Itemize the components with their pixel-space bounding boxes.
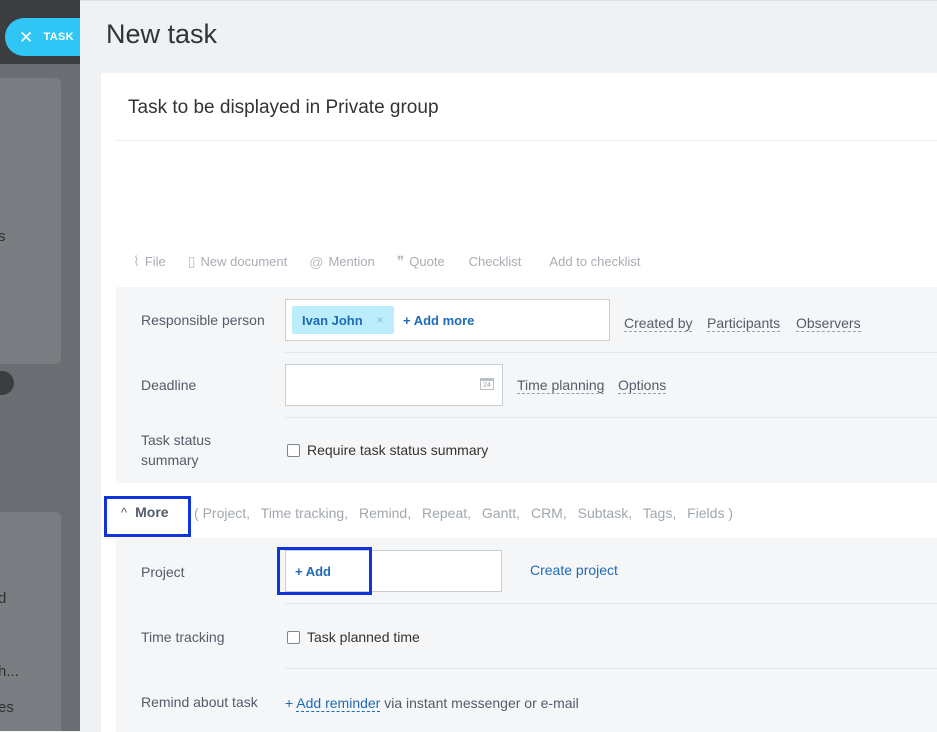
more-item-project[interactable]: Project, [203, 505, 250, 521]
task-planned-time-label[interactable]: Task planned time [307, 629, 420, 645]
divider [285, 668, 937, 669]
toolbar-add-to-checklist-label: Add to checklist [549, 254, 641, 269]
toolbar-checklist-button[interactable]: Checklist [469, 253, 522, 270]
more-item-time-tracking[interactable]: Time tracking, [261, 505, 348, 521]
quote-icon: ❞ [396, 253, 405, 269]
remove-person-icon[interactable]: × [377, 313, 384, 327]
task-status-summary-label-line2: summary [141, 452, 199, 468]
task-slider-panel: New task Task to be displayed in Private… [80, 0, 937, 732]
toolbar-file-label: File [144, 254, 166, 269]
background-text: es [0, 699, 14, 716]
main-fields-section: Responsible person Ivan John × + Add mor… [116, 287, 937, 483]
editor-toolbar: ⌇ File ▯ New document @ Mention ❞ Quote … [133, 253, 656, 270]
remind-plus: + [285, 695, 297, 711]
divider [116, 140, 937, 141]
background-text: h... [0, 663, 19, 680]
deadline-label: Deadline [141, 377, 197, 393]
toolbar-mention-button[interactable]: @ Mention [309, 253, 374, 270]
time-tracking-label: Time tracking [141, 629, 225, 645]
options-link[interactable]: Options [618, 377, 667, 394]
paperclip-icon: ⌇ [133, 253, 140, 269]
observers-link[interactable]: Observers [796, 315, 861, 332]
create-project-link[interactable]: Create project [530, 562, 618, 578]
more-paren: ( [194, 505, 199, 521]
background-card [0, 78, 61, 364]
responsible-person-field[interactable]: Ivan John × + Add more [285, 299, 610, 341]
more-highlight-box [104, 496, 191, 537]
toolbar-file-button[interactable]: ⌇ File [133, 253, 166, 270]
background-overlay: s d h... es [0, 0, 80, 731]
task-form-card: Task to be displayed in Private group ⌇ … [101, 73, 937, 732]
task-planned-time-checkbox[interactable] [287, 631, 300, 644]
background-text: s [0, 228, 6, 245]
close-task-button[interactable]: ✕ TASK [5, 18, 80, 56]
more-item-remind[interactable]: Remind, [359, 505, 411, 521]
close-icon: ✕ [19, 27, 34, 47]
task-description-editor[interactable] [116, 143, 937, 243]
participants-link[interactable]: Participants [707, 315, 781, 332]
document-icon: ▯ [187, 253, 196, 269]
page-title: New task [106, 19, 218, 49]
deadline-input[interactable]: 24 [285, 364, 503, 406]
divider [285, 603, 937, 604]
divider [285, 417, 937, 418]
created-by-link[interactable]: Created by [624, 315, 693, 332]
toolbar-quote-label: Quote [409, 254, 445, 269]
divider [285, 352, 937, 353]
task-status-summary-label: Task status [141, 432, 212, 448]
add-project-highlight-box [277, 547, 372, 595]
more-item-subtask[interactable]: Subtask, [578, 505, 632, 521]
more-item-tags[interactable]: Tags, [643, 505, 676, 521]
calendar-day: 24 [483, 382, 491, 389]
extra-fields-section: Project + Add Create project Time tracki… [116, 538, 937, 732]
more-section-header: ^ More ( Project, Time tracking, Remind, … [101, 483, 937, 539]
toolbar-add-to-checklist-button[interactable]: Add to checklist [549, 253, 640, 270]
task-title-input[interactable]: Task to be displayed in Private group [128, 97, 439, 119]
toolbar-checklist-label: Checklist [468, 254, 522, 269]
background-counter [0, 371, 14, 395]
more-item-fields[interactable]: Fields ) [687, 505, 733, 521]
require-status-summary-checkbox[interactable] [287, 444, 300, 457]
more-item-crm[interactable]: CRM, [531, 505, 567, 521]
project-label: Project [141, 564, 185, 580]
toolbar-mention-label: Mention [328, 254, 375, 269]
add-more-responsible-button[interactable]: + Add more [403, 313, 474, 328]
remind-about-task-label: Remind about task [141, 694, 258, 710]
close-task-label: TASK [43, 31, 74, 43]
require-status-summary-label[interactable]: Require task status summary [307, 442, 488, 458]
add-reminder-link[interactable]: Add reminder [296, 695, 381, 712]
toolbar-quote-button[interactable]: ❞ Quote [397, 253, 445, 270]
remind-line: + Add reminder via instant messenger or … [285, 695, 579, 712]
responsible-person-tag: Ivan John × [292, 306, 394, 334]
more-item-gantt[interactable]: Gantt, [482, 505, 520, 521]
calendar-icon[interactable]: 24 [480, 378, 494, 390]
remind-suffix: via instant messenger or e-mail [380, 695, 579, 711]
toolbar-new-document-label: New document [200, 254, 288, 269]
responsible-person-name: Ivan John [302, 312, 363, 328]
toolbar-new-document-button[interactable]: ▯ New document [188, 253, 287, 270]
at-icon: @ [309, 253, 324, 270]
responsible-person-label: Responsible person [141, 312, 265, 328]
time-planning-link[interactable]: Time planning [517, 377, 605, 394]
more-sections-list: ( Project, Time tracking, Remind, Repeat… [194, 505, 740, 521]
more-item-repeat[interactable]: Repeat, [422, 505, 471, 521]
background-text: d [0, 590, 7, 607]
